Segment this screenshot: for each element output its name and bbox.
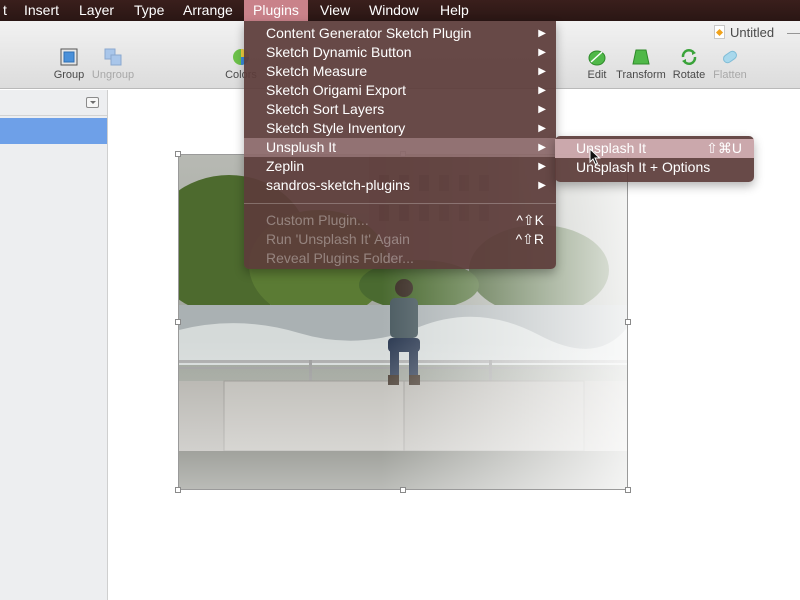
- menu-view[interactable]: View: [311, 0, 359, 21]
- menu-item-label: Zeplin: [266, 158, 305, 174]
- rotate-label: Rotate: [672, 69, 706, 81]
- submenu-arrow-icon: ▶: [538, 66, 546, 77]
- menu-type[interactable]: Type: [125, 0, 173, 21]
- menu-item-reveal-folder[interactable]: Reveal Plugins Folder...: [244, 249, 556, 268]
- submenu-arrow-icon: ▶: [538, 85, 546, 96]
- flatten-label: Flatten: [713, 69, 747, 81]
- menu-help[interactable]: Help: [431, 0, 478, 21]
- title-suffix: —: [787, 25, 800, 40]
- menu-item-shortcut: ^⇧R: [515, 231, 544, 247]
- menu-item-run-again[interactable]: Run 'Unsplash It' Again ^⇧R: [244, 230, 556, 249]
- ungroup-button[interactable]: Ungroup: [90, 21, 136, 89]
- menu-item-label: Sketch Dynamic Button: [266, 44, 412, 60]
- menu-item-label: Run 'Unsplash It' Again: [266, 231, 410, 247]
- menu-item-origami-export[interactable]: Sketch Origami Export ▶: [244, 81, 556, 100]
- group-icon: [60, 48, 78, 66]
- transform-label: Transform: [616, 69, 666, 81]
- edit-label: Edit: [587, 69, 607, 81]
- document-title: Untitled: [714, 25, 774, 40]
- menu-item-label: Sketch Origami Export: [266, 82, 407, 98]
- menu-arrange[interactable]: Arrange: [174, 0, 242, 21]
- menu-layer[interactable]: Layer: [70, 0, 123, 21]
- group-label: Group: [53, 69, 85, 81]
- menu-item-dynamic-button[interactable]: Sketch Dynamic Button ▶: [244, 43, 556, 62]
- submenu-arrow-icon: ▶: [538, 161, 546, 172]
- menu-item-zeplin[interactable]: Zeplin ▶: [244, 157, 556, 176]
- document-title-text: Untitled: [730, 25, 775, 40]
- resize-handle[interactable]: [625, 319, 631, 325]
- submenu-arrow-icon: ▶: [538, 180, 546, 191]
- menu-item-label: Custom Plugin...: [266, 212, 369, 228]
- mouse-cursor-icon: [589, 148, 601, 166]
- menu-edit[interactable]: t: [0, 0, 16, 21]
- menu-item-label: Sketch Sort Layers: [266, 101, 385, 117]
- plugins-menu: Content Generator Sketch Plugin ▶ Sketch…: [244, 21, 556, 269]
- transform-icon: [632, 49, 650, 65]
- rotate-icon: [681, 49, 697, 65]
- collapse-icon[interactable]: [86, 97, 99, 108]
- menu-separator: [244, 203, 556, 204]
- menu-bar: t Insert Layer Type Arrange Plugins View…: [0, 0, 800, 21]
- submenu-arrow-icon: ▶: [538, 47, 546, 58]
- edit-button[interactable]: Edit: [584, 21, 610, 89]
- resize-handle[interactable]: [175, 487, 181, 493]
- flatten-icon: [723, 50, 737, 64]
- resize-handle[interactable]: [175, 151, 181, 157]
- selected-layer-row[interactable]: [0, 118, 107, 144]
- submenu-item-unsplash-options[interactable]: Unsplash It + Options: [555, 158, 754, 177]
- menu-item-measure[interactable]: Sketch Measure ▶: [244, 62, 556, 81]
- menu-item-shortcut: ^⇧K: [516, 212, 544, 228]
- menu-item-content-generator[interactable]: Content Generator Sketch Plugin ▶: [244, 24, 556, 43]
- menu-insert[interactable]: Insert: [15, 0, 68, 21]
- submenu-arrow-icon: ▶: [538, 104, 546, 115]
- rotate-button[interactable]: Rotate: [670, 21, 708, 89]
- menu-item-sort-layers[interactable]: Sketch Sort Layers ▶: [244, 100, 556, 119]
- menu-item-label: Sketch Measure: [266, 63, 368, 79]
- resize-handle[interactable]: [625, 487, 631, 493]
- menu-item-label: Sketch Style Inventory: [266, 120, 406, 136]
- menu-item-label: Content Generator Sketch Plugin: [266, 25, 472, 41]
- edit-icon: [588, 50, 606, 66]
- ungroup-icon: [104, 48, 122, 66]
- menu-item-sandros-plugins[interactable]: sandros-sketch-plugins ▶: [244, 176, 556, 195]
- menu-item-unsplush-it[interactable]: Unsplush It ▶: [244, 138, 556, 157]
- menu-item-style-inventory[interactable]: Sketch Style Inventory ▶: [244, 119, 556, 138]
- submenu-arrow-icon: ▶: [538, 28, 546, 39]
- submenu-arrow-icon: ▶: [538, 142, 546, 153]
- menu-window[interactable]: Window: [360, 0, 428, 21]
- submenu-item-unsplash-it[interactable]: Unsplash It ⇧⌘U: [555, 139, 754, 158]
- menu-item-label: Unsplash It: [576, 140, 647, 156]
- transform-button[interactable]: Transform: [614, 21, 668, 89]
- ungroup-label: Ungroup: [91, 69, 135, 81]
- menu-item-label: sandros-sketch-plugins: [266, 177, 410, 193]
- menu-plugins[interactable]: Plugins: [244, 0, 308, 21]
- unsplash-submenu: Unsplash It ⇧⌘U Unsplash It + Options: [555, 136, 754, 182]
- sidebar-header: [0, 90, 107, 116]
- document-icon: [714, 25, 725, 39]
- group-button[interactable]: Group: [50, 21, 88, 89]
- submenu-arrow-icon: ▶: [538, 123, 546, 134]
- menu-item-shortcut: ⇧⌘U: [706, 140, 742, 156]
- layers-sidebar: [0, 90, 108, 600]
- menu-item-custom-plugin[interactable]: Custom Plugin... ^⇧K: [244, 211, 556, 230]
- menu-item-label: Reveal Plugins Folder...: [266, 250, 414, 266]
- menu-item-label: Unsplush It: [266, 139, 337, 155]
- resize-handle[interactable]: [175, 319, 181, 325]
- resize-handle[interactable]: [400, 487, 406, 493]
